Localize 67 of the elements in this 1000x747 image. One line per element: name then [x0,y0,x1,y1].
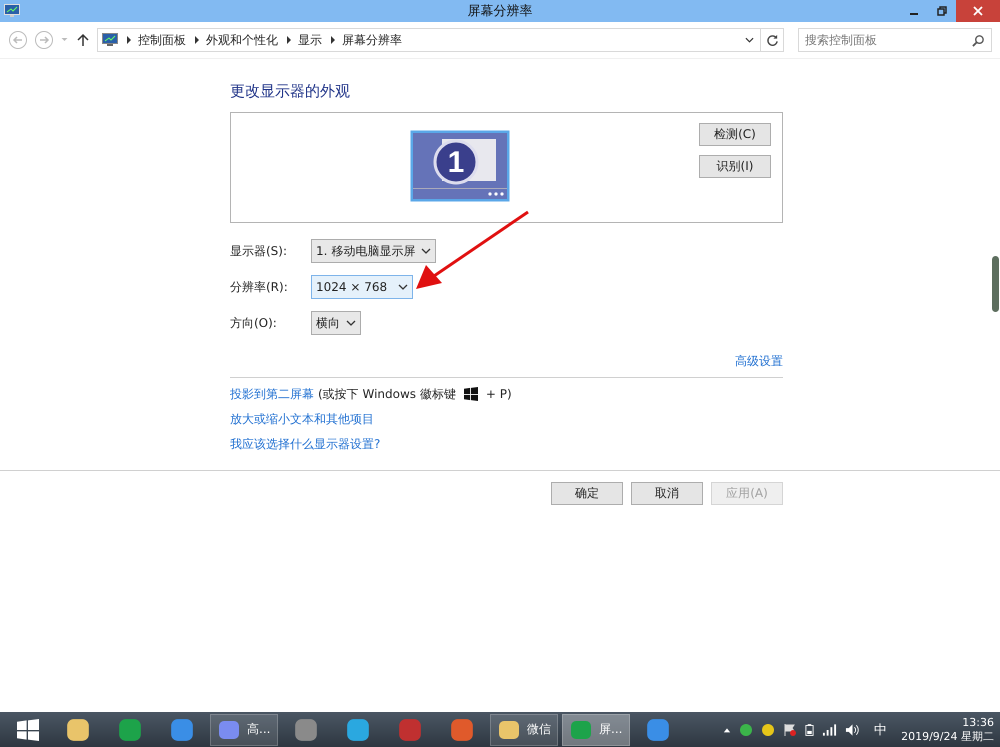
field-label: 方向(O): [230,314,278,332]
caret-icon [346,319,356,327]
app-icon [645,716,671,742]
close-button[interactable] [956,0,1000,22]
refresh-button[interactable] [760,28,784,52]
breadcrumb-item[interactable]: 外观和个性化 [206,32,278,48]
monitor-icon [4,4,20,18]
dropdown[interactable]: 1. 移动电脑显示屏 [311,239,436,263]
search-icon [972,34,985,46]
flag-icon[interactable] [783,722,798,736]
taskbar-app-button[interactable]: 高... [210,714,278,746]
address-bar[interactable]: 控制面板 外观和个性化 显示 屏幕分辨率 [97,28,761,52]
preview-button[interactable]: 检测(C) [699,123,771,146]
refresh-icon [766,34,778,46]
settings-link[interactable]: 投影到第二屏幕 [230,386,314,402]
clock-time: 13:36 [962,716,994,730]
window-title: 屏幕分辨率 [468,3,532,20]
hint-text: + P) [486,386,512,402]
up-arrow-icon[interactable] [77,33,89,47]
chevron-right-icon [286,36,292,44]
input-method-indicator[interactable]: 中 [874,720,888,738]
app-icon [345,716,371,742]
restore-icon [937,6,947,16]
dialog-button[interactable]: 取消 [631,482,703,505]
windows-logo-icon [17,718,39,740]
app-icon [65,716,91,742]
section-heading: 更改显示器的外观 [230,81,351,101]
scrollbar-thumb[interactable] [992,256,999,312]
dropdown[interactable]: 1024 × 768 [311,275,413,299]
dialog-button[interactable]: 确定 [551,482,623,505]
clock-date: 2019/9/24 星期二 [901,730,994,744]
windows-logo-icon [464,387,478,401]
app-icon [397,716,423,742]
field-label: 分辨率(R): [230,278,289,296]
taskbar-app-button[interactable]: 微信 [490,714,558,746]
taskbar-app-button[interactable]: 屏... [562,714,630,746]
breadcrumb-item[interactable]: 控制面板 [138,32,186,48]
chevron-right-icon [330,36,336,44]
app-icon [117,716,143,742]
minimize-icon [910,13,918,15]
settings-link[interactable]: 放大或缩小文本和其他项目 [230,411,374,427]
volume-icon[interactable] [845,722,860,736]
battery-icon[interactable] [805,722,814,736]
app-icon [449,716,475,742]
breadcrumb-item[interactable]: 屏幕分辨率 [342,32,402,48]
advanced-settings-link[interactable]: 高级设置 [735,353,783,370]
hint-text: (或按下 Windows 徽标键 [318,386,456,402]
caret-icon [398,283,408,291]
search-field[interactable]: 搜索控制面板 [798,28,992,52]
monitor-drawing[interactable]: 1 [410,130,510,202]
tray-app-icon[interactable] [761,722,776,736]
dropdown[interactable]: 横向 [311,311,361,335]
app-icon [169,716,195,742]
tray-app-icon[interactable] [739,722,754,736]
app-icon [293,716,319,742]
caret-icon [421,247,432,255]
monitor-icon [102,33,118,47]
settings-link[interactable]: 我应该选择什么显示器设置? [230,436,380,452]
chevron-down-icon[interactable] [745,36,754,44]
chevron-right-icon [126,36,132,44]
chevron-up-icon[interactable] [723,726,732,734]
signal-icon[interactable] [822,724,838,736]
field-label: 显示器(S): [230,242,288,260]
breadcrumb-item[interactable]: 显示 [298,32,322,48]
chevron-right-icon [194,36,200,44]
preview-button[interactable]: 识别(I) [699,155,771,178]
close-icon [973,6,983,16]
